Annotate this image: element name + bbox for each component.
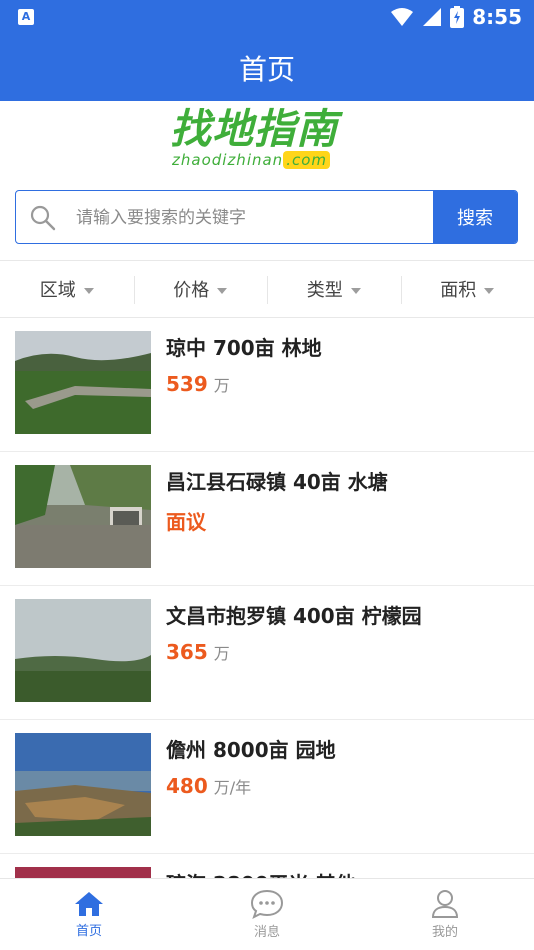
listing-title: 琼海 2800平米 其他: [166, 868, 356, 878]
wifi-icon: [391, 8, 414, 26]
battery-icon: [450, 6, 465, 28]
search-input[interactable]: [74, 191, 438, 243]
app-notification-icon: A: [18, 9, 34, 25]
brand-logo: 找地指南 zhaodizhinan .com: [0, 101, 534, 181]
page-title: 首页: [238, 52, 295, 86]
listing-list: 琼中 700亩 林地 539 万 昌江县石碌镇 40亩 水塘 面议 文昌市抱罗镇 …: [0, 318, 534, 878]
logo-text: 找地指南: [170, 105, 338, 153]
search-icon: [30, 205, 56, 231]
list-item[interactable]: 琼中 700亩 林地 539 万: [0, 318, 534, 452]
logo-domain-name: zhaodizhinan: [172, 151, 284, 169]
tab-messages[interactable]: 消息: [178, 879, 356, 950]
chevron-down-icon: [484, 287, 495, 294]
status-bar: A 8:55: [0, 0, 534, 34]
chevron-down-icon: [83, 287, 94, 294]
filter-type[interactable]: 类型: [267, 261, 401, 317]
tab-label: 首页: [75, 924, 102, 939]
price-value: 539: [166, 372, 208, 396]
list-item[interactable]: 儋州 8000亩 园地 480 万/年: [0, 720, 534, 854]
status-time: 8:55: [472, 5, 522, 29]
tab-label: 消息: [253, 925, 280, 940]
price-unit: 万: [213, 644, 230, 663]
bottom-tab-bar: 首页 消息 我的: [0, 878, 534, 950]
price-unit: 万: [213, 376, 230, 395]
listing-price: 539 万: [166, 372, 230, 396]
status-icons: 8:55: [390, 4, 522, 30]
list-item[interactable]: 昌江县石碌镇 40亩 水塘 面议: [0, 452, 534, 586]
listing-photo: [15, 465, 151, 568]
home-icon: [75, 892, 103, 916]
listing-photo: [15, 867, 151, 878]
listing-price: 面议: [166, 506, 212, 535]
price-unit: 万/年: [213, 778, 252, 797]
filter-label: 面积: [440, 280, 477, 301]
list-item[interactable]: 文昌市抱罗镇 400亩 柠檬园 365 万: [0, 586, 534, 720]
filter-area[interactable]: 面积: [400, 261, 534, 317]
price-value: 面议: [166, 510, 206, 534]
search-button[interactable]: 搜索: [433, 191, 517, 243]
chevron-down-icon: [217, 287, 228, 294]
chevron-down-icon: [350, 287, 361, 294]
listing-price: 365 万: [166, 640, 230, 664]
filter-label: 类型: [306, 280, 343, 301]
tab-home[interactable]: 首页: [0, 879, 178, 950]
logo-domain-suffix: .com: [283, 151, 331, 169]
tab-label: 我的: [431, 925, 458, 940]
tab-profile[interactable]: 我的: [356, 879, 534, 950]
user-icon: [431, 890, 459, 918]
logo-domain: zhaodizhinan .com: [172, 151, 331, 169]
listing-title: 昌江县石碌镇 40亩 水塘: [166, 470, 388, 494]
listing-photo: [15, 331, 151, 434]
chat-icon: [250, 889, 284, 919]
price-value: 480: [166, 774, 208, 798]
filter-label: 价格: [173, 280, 210, 301]
listing-photo: [15, 599, 151, 702]
signal-icon: [423, 8, 442, 26]
filter-price[interactable]: 价格: [133, 261, 268, 317]
price-value: 365: [166, 640, 208, 664]
listing-photo: [15, 733, 151, 836]
listing-title: 儋州 8000亩 园地: [166, 738, 336, 762]
listing-title: 文昌市抱罗镇 400亩 柠檬园: [166, 604, 422, 628]
listing-title: 琼中 700亩 林地: [166, 336, 322, 360]
filter-region[interactable]: 区域: [0, 261, 134, 317]
page-title-bar: 首页: [0, 34, 534, 101]
filter-bar: 区域 价格 类型 面积: [0, 260, 534, 318]
listing-price: 480 万/年: [166, 774, 251, 798]
search-bar: 搜索: [15, 190, 518, 244]
list-item[interactable]: 琼海 2800平米 其他: [0, 854, 534, 878]
filter-label: 区域: [39, 280, 76, 301]
